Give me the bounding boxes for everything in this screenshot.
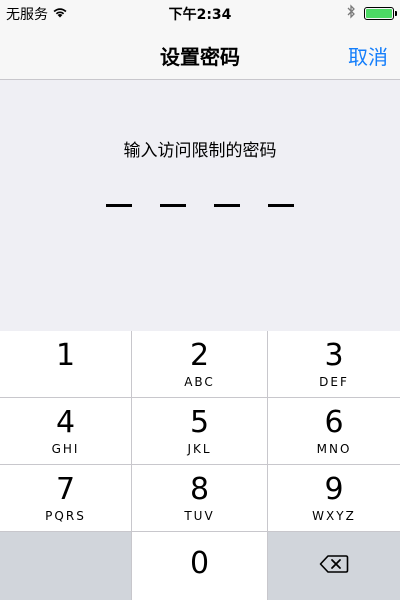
- key-letters: ABC: [184, 374, 215, 389]
- key-5[interactable]: 5 JKL: [131, 398, 268, 464]
- key-letters: TUV: [184, 508, 215, 523]
- key-letters: JKL: [187, 441, 212, 456]
- key-digit: 0: [189, 546, 210, 581]
- key-digit: 9: [324, 471, 344, 507]
- key-digit: 6: [324, 404, 344, 440]
- status-right: [347, 4, 397, 23]
- navigation-bar: 设置密码 取消: [0, 26, 400, 80]
- page-title: 设置密码: [160, 45, 240, 69]
- key-letters: MNO: [316, 441, 352, 456]
- delete-backspace-icon: [319, 554, 349, 578]
- key-letters: PQRS: [45, 508, 86, 523]
- key-8[interactable]: 8 TUV: [131, 465, 268, 531]
- battery-level: [366, 9, 392, 18]
- passcode-slot: [160, 204, 186, 207]
- key-digit: 8: [189, 471, 210, 507]
- passcode-slot: [106, 204, 132, 207]
- key-digit: 3: [324, 337, 344, 373]
- key-letters: DEF: [319, 374, 349, 389]
- numeric-keypad: 1 2 ABC 3 DEF 4 GHI 5 JKL 6 MNO 7 PQRS 8…: [0, 331, 400, 600]
- passcode-slot: [214, 204, 240, 207]
- key-0[interactable]: 0: [131, 532, 268, 600]
- key-digit: 4: [55, 404, 76, 440]
- passcode-prompt: 输入访问限制的密码: [123, 141, 277, 161]
- key-empty: [0, 532, 131, 600]
- key-3[interactable]: 3 DEF: [268, 331, 400, 397]
- key-2[interactable]: 2 ABC: [131, 331, 268, 397]
- battery-icon: [364, 7, 397, 20]
- key-letters: WXYZ: [312, 508, 356, 523]
- key-digit: 5: [189, 404, 210, 440]
- bluetooth-icon: [347, 4, 356, 23]
- key-digit: 2: [189, 337, 210, 373]
- status-bar: 无服务 下午2:34: [0, 0, 400, 26]
- passcode-slot: [268, 204, 294, 207]
- delete-button[interactable]: [268, 532, 400, 600]
- key-4[interactable]: 4 GHI: [0, 398, 131, 464]
- key-digit: 7: [55, 471, 76, 507]
- passcode-slots: [0, 204, 400, 207]
- cancel-button[interactable]: 取消: [348, 41, 388, 70]
- status-time: 下午2:34: [168, 7, 232, 23]
- key-7[interactable]: 7 PQRS: [0, 465, 131, 531]
- key-letters: GHI: [51, 441, 80, 456]
- key-1[interactable]: 1: [0, 331, 131, 397]
- key-9[interactable]: 9 WXYZ: [268, 465, 400, 531]
- key-digit: 1: [55, 337, 76, 373]
- key-6[interactable]: 6 MNO: [268, 398, 400, 464]
